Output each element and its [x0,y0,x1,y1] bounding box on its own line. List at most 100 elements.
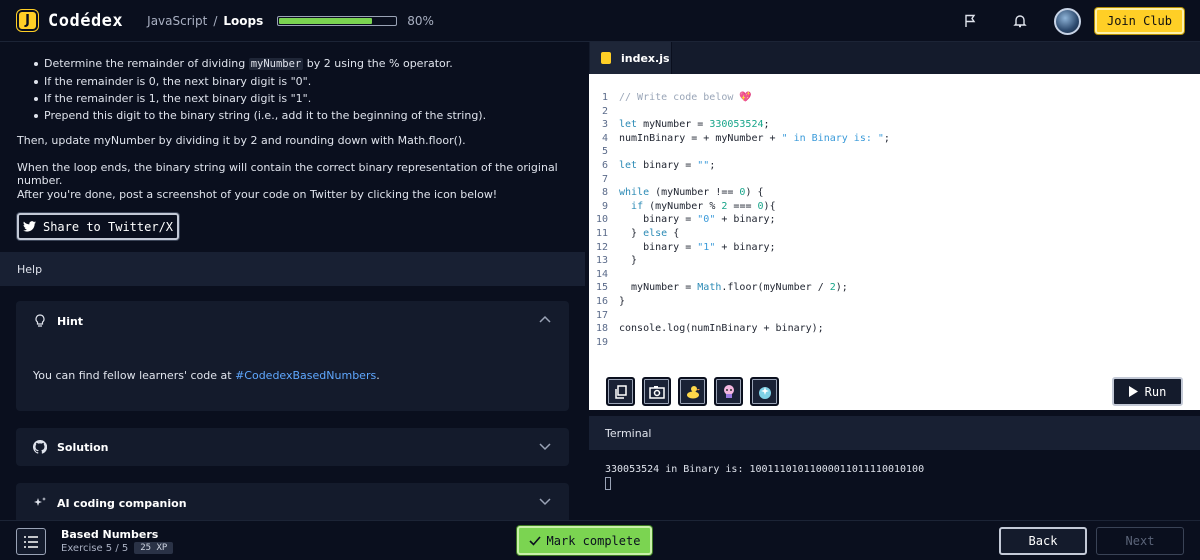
line-number: 16 [595,295,608,307]
run-label: Run [1144,384,1167,399]
breadcrumb-course[interactable]: JavaScript [147,14,207,28]
rubber-duck-button[interactable] [678,377,707,406]
tab-label: index.js [621,51,670,65]
chevron-down-icon[interactable] [539,498,551,506]
code-line[interactable]: 7 [589,173,890,187]
run-button[interactable]: Run [1112,377,1183,406]
lesson-paragraph: After you're done, post a screenshot of … [17,188,498,201]
solution-card[interactable]: Solution [16,428,569,466]
line-number: 11 [595,227,608,239]
code-line[interactable]: 6 let binary = ""; [589,159,890,173]
code-text[interactable]: // Write code below 💖 [619,91,752,105]
line-number: 1 [601,92,608,103]
code-line[interactable]: 15 myNumber = Math.floor(myNumber / 2); [589,281,890,295]
code-text[interactable]: } [619,295,625,309]
back-button[interactable]: Back [999,527,1087,555]
lesson-bullets: Determine the remainder of dividing myNu… [33,55,486,124]
hashtag-link[interactable]: #CodedexBasedNumbers [235,369,376,382]
tab-index-js[interactable]: index.js [590,42,672,74]
code-line[interactable]: 19 [589,336,890,350]
code-line[interactable]: 14 [589,268,890,282]
code-editor[interactable]: 1 // Write code below 💖 2 3 let myNumber = 3… [589,74,1200,410]
code-text[interactable]: binary = "1" + binary; [619,241,775,255]
code-line[interactable]: 18 console.log(numInBinary + binary); [589,322,890,336]
next-button[interactable]: Next [1096,527,1184,555]
code-line[interactable]: 3 let myNumber = 330053524; [589,118,890,132]
code-text[interactable]: while (myNumber !== 0) { [619,186,764,200]
code-text[interactable]: myNumber = Math.floor(myNumber / 2); [619,281,848,295]
help-header: Help [0,252,585,286]
code-text[interactable]: console.log(numInBinary + binary); [619,322,824,336]
line-number: 3 [601,119,608,131]
bell-icon[interactable] [1012,13,1028,29]
terminal-cursor[interactable] [605,477,611,490]
ai-companion-toggle[interactable]: AI coding companion [16,483,569,520]
exercise-subtitle: Exercise 5 / 5 25 XP [61,542,174,554]
code-line[interactable]: 5 [589,145,890,159]
code-line[interactable]: 2 [589,105,890,119]
exercise-menu-button[interactable] [16,528,46,555]
copy-button[interactable] [606,377,635,406]
avatar[interactable] [1053,7,1081,35]
code-text[interactable]: let binary = ""; [619,159,715,173]
code-text[interactable]: let myNumber = 330053524; [619,118,770,132]
header-actions: Join Club [962,0,1184,42]
sparkle-icon [33,496,47,510]
code-line[interactable]: 17 [589,309,890,323]
code-text[interactable]: numInBinary = + myNumber + " in Binary i… [619,132,890,146]
hint-toggle[interactable]: Hint [16,301,569,341]
code-line[interactable]: 4 numInBinary = + myNumber + " in Binary … [589,132,890,146]
screenshot-button[interactable] [642,377,671,406]
ai-companion-title: AI coding companion [57,496,187,510]
code-line[interactable]: 16} [589,295,890,309]
code-text[interactable]: binary = "0" + binary; [619,213,775,227]
mark-complete-button[interactable]: Mark complete [517,526,652,555]
code-text[interactable]: } [619,254,637,268]
code-line[interactable]: 12 binary = "1" + binary; [589,241,890,255]
line-number: 6 [601,159,608,171]
code-line[interactable]: 1 // Write code below 💖 [589,91,890,105]
join-club-button[interactable]: Join Club [1094,8,1184,34]
solution-toggle[interactable]: Solution [16,428,569,466]
flag-icon[interactable] [962,13,978,29]
exercise-title: Based Numbers [61,528,159,541]
code-text[interactable]: } else { [619,227,679,241]
code-line[interactable]: 13 } [589,254,890,268]
terminal-header: Terminal [589,416,1200,450]
code-line[interactable]: 11 } else { [589,227,890,241]
xp-badge: 25 XP [134,542,174,554]
check-icon [528,535,541,546]
code-line[interactable]: 9 if (myNumber % 2 === 0){ [589,200,890,214]
line-number: 9 [601,200,608,212]
duck-icon [686,385,700,398]
mark-complete-label: Mark complete [546,533,641,548]
progress-label: 80% [407,13,434,28]
logo[interactable]: J Codédex [17,10,123,31]
code-lines[interactable]: 1 // Write code below 💖 2 3 let myNumber = 3… [589,91,890,349]
code-text[interactable]: if (myNumber % 2 === 0){ [619,200,776,214]
line-number: 7 [601,173,608,185]
share-twitter-button[interactable]: Share to Twitter/X [17,213,179,240]
javascript-file-icon [601,52,611,64]
chevron-up-icon[interactable] [539,315,551,323]
code-line[interactable]: 10 binary = "0" + binary; [589,213,890,227]
list-icon [24,535,38,548]
ai-companion-card[interactable]: AI coding companion [16,483,569,520]
breadcrumb-chapter: Loops [223,13,264,28]
line-number: 8 [601,187,608,199]
solution-title: Solution [57,440,109,454]
editor-tabbar: index.js [589,42,1200,74]
hint-body: You can find fellow learners' code at #C… [33,369,380,382]
terminal-output: 330053524 in Binary is: 1001110101100001… [605,464,925,475]
editor-panel: index.js 1 // Write code below 💖 2 3 let myN… [589,42,1200,520]
hint-card: Hint You can find fellow learners' code … [16,301,569,411]
sparkle-icon [758,386,771,399]
editor-toolbar [606,377,786,406]
chevron-down-icon[interactable] [539,443,551,451]
line-number: 18 [595,323,608,335]
chat-bubble-button[interactable] [714,377,743,406]
line-number: 10 [595,214,608,226]
help-title: Help [17,262,43,276]
code-line[interactable]: 8 while (myNumber !== 0) { [589,186,890,200]
ai-sparkle-button[interactable] [750,377,779,406]
